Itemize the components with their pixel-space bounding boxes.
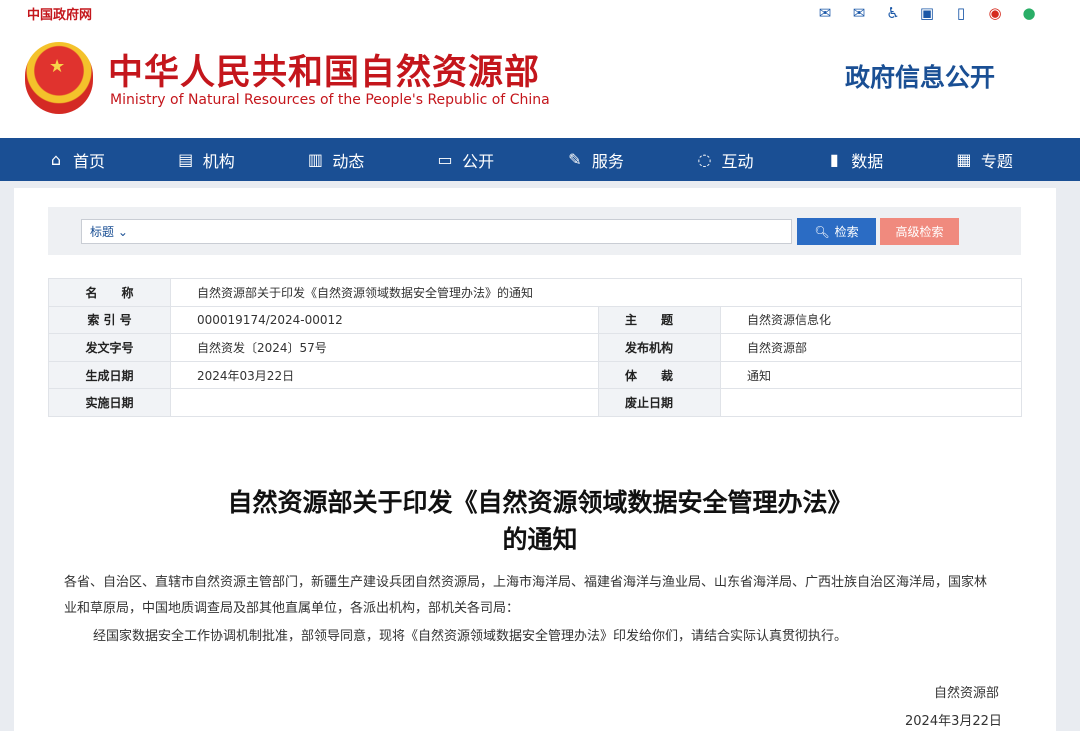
article-body: 经国家数据安全工作协调机制批准，部领导同意，现将《自然资源领域数据安全管理办法》… [93,629,848,644]
signature-date: 2024年3月22日 [905,714,1002,729]
article-title: 自然资源部关于印发《自然资源领域数据安全管理办法》 的通知 [227,488,853,554]
app-icon[interactable]: ▣ [916,2,938,24]
wechat-icon[interactable]: ● [1018,2,1040,24]
search-button[interactable]: 🔍︎ 检索 [797,218,876,245]
meta-value [720,388,1022,417]
nav-item-interaction[interactable]: ◌ 互动 [695,148,775,172]
accessibility-icon[interactable]: ♿ [882,2,904,24]
meta-value: 通知 [720,360,1022,390]
meta-key: 索 引 号 [48,305,171,335]
info-disclosure-title: 政府信息公开 [845,63,996,92]
advanced-search-button[interactable]: 高级检索 [880,218,959,245]
national-emblem-logo[interactable]: ★ [25,42,93,114]
book-icon: ▥ [307,150,323,169]
nav-item-data[interactable]: ▮ 数据 [824,148,904,172]
mail-alt-icon[interactable]: ✉ [848,2,870,24]
org-icon: ▤ [178,150,194,169]
home-icon: ⌂ [50,150,62,169]
signature-org: 自然资源部 [934,686,1000,701]
document-metadata-table: 名 称 自然资源部关于印发《自然资源领域数据安全管理办法》的通知 索 引 号 0… [48,278,1022,417]
edit-icon: ✎ [568,150,582,169]
meta-key: 实施日期 [48,388,171,417]
meta-key: 发文字号 [48,333,171,362]
meta-key: 发布机构 [598,333,721,362]
meta-key: 体 裁 [598,360,721,390]
mobile-icon[interactable]: ▯ [950,2,972,24]
meta-value: 自然资发〔2024〕57号 [170,333,599,362]
weibo-icon[interactable]: ◉ [984,2,1006,24]
meta-key: 生成日期 [48,360,171,390]
nav-item-home[interactable]: ⌂ 首页 [46,148,126,172]
main-nav: ⌂ 首页 ▤ 机构 ▥ 动态 ▭ 公开 ✎ 服务 ◌ 互动 ▮ 数据 ▦ 专题 [0,138,1080,181]
gov-portal-link[interactable]: 中国政府网 [27,4,92,23]
nav-item-org[interactable]: ▤ 机构 [176,148,256,172]
nav-item-news[interactable]: ▥ 动态 [305,148,385,172]
chevron-down-icon: ⌄ [117,225,128,239]
site-header: ★ 中华人民共和国自然资源部 Ministry of Natural Resou… [0,26,1080,138]
top-icons: ✉ ✉ ♿ ▣ ▯ ◉ ● [814,2,1040,24]
nav-item-disclosure[interactable]: ▭ 公开 [435,148,515,172]
topic-icon: ▦ [956,150,972,169]
search-input[interactable] [81,219,792,244]
site-title-en: Ministry of Natural Resources of the Peo… [110,92,550,108]
chat-icon: ◌ [697,150,712,169]
meta-value [170,388,599,417]
monitor-icon: ▭ [437,150,453,169]
bar-chart-icon: ▮ [829,150,839,169]
mail-icon[interactable]: ✉ [814,2,836,24]
meta-value: 自然资源部关于印发《自然资源领域数据安全管理办法》的通知 [170,278,1022,307]
nav-item-topics[interactable]: ▦ 专题 [954,148,1034,172]
site-title-cn: 中华人民共和国自然资源部 [108,53,541,93]
search-scope-select[interactable]: 标题 ⌄ [90,223,128,240]
nav-item-service[interactable]: ✎ 服务 [565,148,645,172]
meta-value: 自然资源信息化 [720,305,1022,335]
top-strip: 中国政府网 ✉ ✉ ♿ ▣ ▯ ◉ ● [0,0,1080,26]
meta-key: 名 称 [48,278,171,307]
meta-value: 000019174/2024-00012 [170,305,599,335]
meta-value: 自然资源部 [720,333,1022,362]
article-recipients: 各省、自治区、直辖市自然资源主管部门，新疆生产建设兵团自然资源局，上海市海洋局、… [64,575,988,616]
meta-key: 废止日期 [598,388,721,417]
meta-key: 主 题 [598,305,721,335]
search-icon: 🔍︎ [814,224,830,239]
meta-value: 2024年03月22日 [170,360,599,390]
